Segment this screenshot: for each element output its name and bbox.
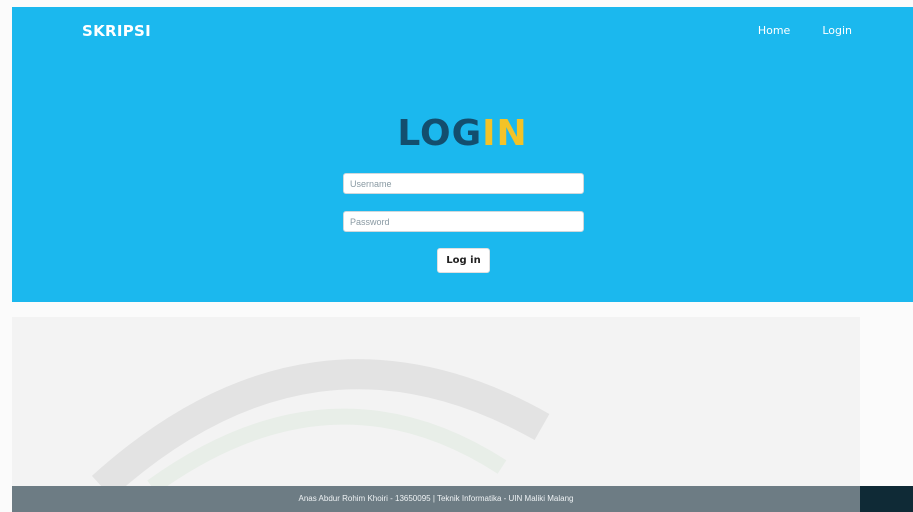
nav-link-login[interactable]: Login [822,24,852,37]
brand-logo[interactable]: SKRIPSI [82,22,151,40]
content-area [12,317,860,487]
footer-dark-panel [860,486,913,512]
footer: Anas Abdur Rohim Khoiri - 13650095 | Tek… [12,486,860,512]
watermark-emblem [91,359,550,487]
login-title: LOGIN [12,113,913,154]
password-input[interactable] [343,211,584,232]
login-button[interactable]: Log in [437,248,490,273]
login-title-part1: LOG [397,113,483,154]
top-nav: Home Login [758,24,852,37]
nav-link-home[interactable]: Home [758,24,790,37]
username-input[interactable] [343,173,584,194]
login-title-part2: IN [482,113,528,154]
